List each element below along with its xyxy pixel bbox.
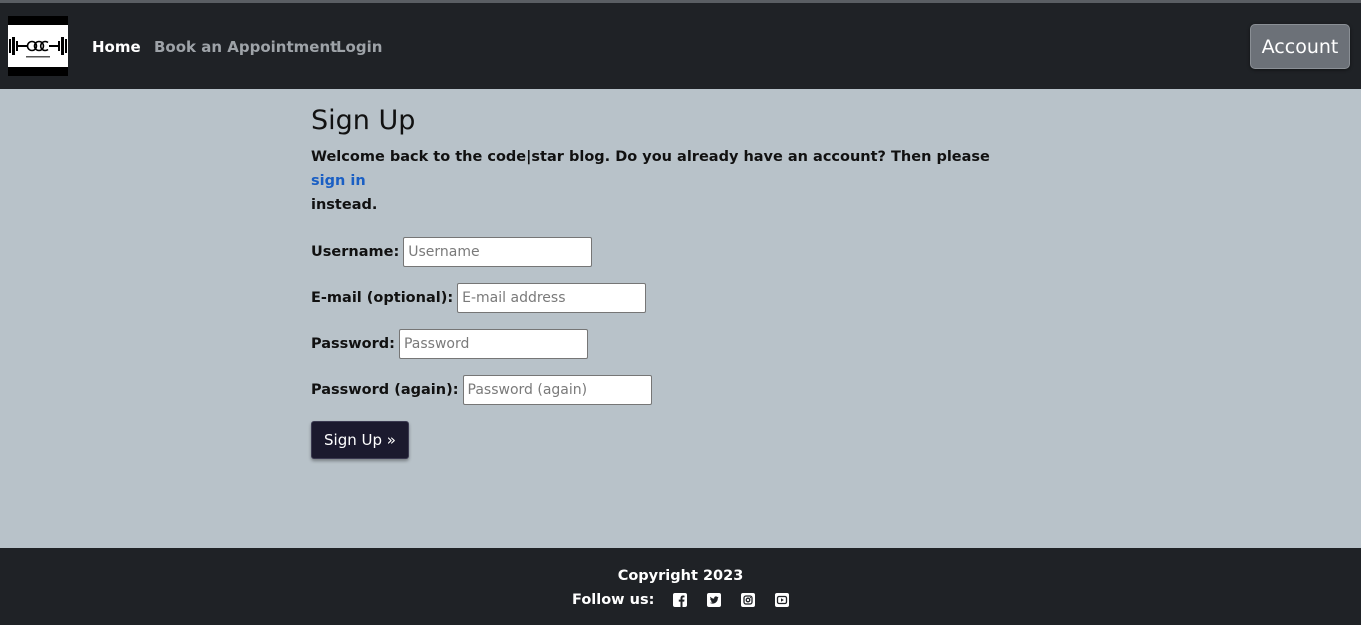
username-row: Username: (311, 237, 1011, 267)
nav-login[interactable]: Login (336, 38, 382, 56)
password-label: Password: (311, 336, 395, 352)
signup-form: Username: E-mail (optional): Password: P… (311, 237, 1011, 459)
copyright-text: Copyright 2023 (617, 568, 744, 584)
password-again-input[interactable] (462, 375, 652, 405)
sign-up-button[interactable]: Sign Up » (311, 421, 409, 459)
social-links: Follow us: (572, 592, 808, 608)
sign-in-link[interactable]: sign in (311, 173, 366, 189)
site-logo[interactable] (8, 16, 68, 76)
password-input[interactable] (398, 329, 588, 359)
welcome-message: Welcome back to the code|star blog. Do y… (311, 149, 990, 165)
welcome-tail: instead. (311, 197, 378, 213)
instagram-icon[interactable] (740, 592, 756, 608)
navbar: Home Book an Appointment Login Account (0, 3, 1361, 89)
account-button[interactable]: Account (1250, 24, 1350, 69)
email-label: E-mail (optional): (311, 290, 454, 306)
password-again-label: Password (again): (311, 382, 459, 398)
email-input[interactable] (457, 283, 647, 313)
youtube-icon[interactable] (774, 592, 790, 608)
nav-home[interactable]: Home (92, 38, 141, 56)
page-title: Sign Up (311, 105, 416, 136)
dumbbell-logo-icon (9, 37, 67, 58)
password-again-row: Password (again): (311, 375, 1011, 405)
signup-section: Sign Up Welcome back to the code|star bl… (311, 105, 1011, 459)
nav-book-appointment[interactable]: Book an Appointment (154, 38, 337, 56)
password-row: Password: (311, 329, 1011, 359)
facebook-icon[interactable] (672, 592, 688, 608)
email-row: E-mail (optional): (311, 283, 1011, 313)
welcome-text: Welcome back to the code|star blog. Do y… (311, 145, 1001, 217)
username-label: Username: (311, 244, 400, 260)
footer: Copyright 2023 Follow us: (0, 548, 1361, 625)
username-input[interactable] (403, 237, 593, 267)
twitter-icon[interactable] (706, 592, 722, 608)
follow-us-label: Follow us: (572, 592, 655, 608)
